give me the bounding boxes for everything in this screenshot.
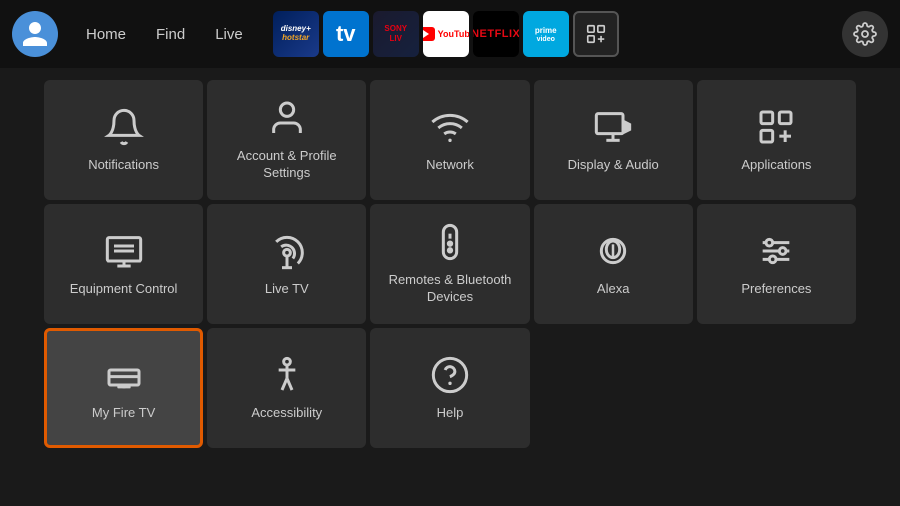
grid-item-accessibility[interactable]: Accessibility: [207, 328, 366, 448]
nav-find[interactable]: Find: [144, 20, 197, 49]
app-prime[interactable]: prime video: [523, 11, 569, 57]
grid-item-alexa[interactable]: Alexa: [534, 204, 693, 324]
grid-item-help[interactable]: Help: [370, 328, 529, 448]
wifi-icon: [430, 107, 470, 147]
grid-item-livetv[interactable]: Live TV: [207, 204, 366, 324]
alexa-icon: [593, 231, 633, 271]
apps-icon: [756, 107, 796, 147]
livetv-label: Live TV: [265, 281, 309, 298]
grid-item-network[interactable]: Network: [370, 80, 529, 200]
app-sony[interactable]: SONYLIV: [373, 11, 419, 57]
grid-item-preferences[interactable]: Preferences: [697, 204, 856, 324]
user-avatar[interactable]: [12, 11, 58, 57]
grid-item-notifications[interactable]: Notifications: [44, 80, 203, 200]
antenna-icon: [267, 231, 307, 271]
nav-live[interactable]: Live: [203, 20, 255, 49]
app-youtube[interactable]: YouTube: [423, 11, 469, 57]
accessibility-icon: [267, 355, 307, 395]
nav-apps: disney+hotstar tv SONYLIV YouTube NETFLI…: [273, 11, 832, 57]
person-icon: [267, 98, 307, 138]
settings-grid: Notifications Account & Profile Settings…: [0, 72, 900, 456]
applications-label: Applications: [741, 157, 811, 174]
equipment-label: Equipment Control: [70, 281, 178, 298]
nav-bar: Home Find Live disney+hotstar tv SONYLIV…: [0, 0, 900, 68]
nav-home[interactable]: Home: [74, 20, 138, 49]
app-disney[interactable]: disney+hotstar: [273, 11, 319, 57]
app-tvplus[interactable]: tv: [323, 11, 369, 57]
grid-item-equipment[interactable]: Equipment Control: [44, 204, 203, 324]
accessibility-label: Accessibility: [251, 405, 322, 422]
grid-item-display-audio[interactable]: Display & Audio: [534, 80, 693, 200]
grid-item-myfiretv[interactable]: My Fire TV: [44, 328, 203, 448]
help-icon: [430, 355, 470, 395]
preferences-label: Preferences: [741, 281, 811, 298]
firetv-icon: [104, 355, 144, 395]
account-label: Account & Profile Settings: [215, 148, 358, 182]
display-audio-label: Display & Audio: [568, 157, 659, 174]
monitor-icon: [104, 231, 144, 271]
sliders-icon: [756, 231, 796, 271]
remotes-label: Remotes & Bluetooth Devices: [378, 272, 521, 306]
display-audio-icon: [593, 107, 633, 147]
settings-button[interactable]: [842, 11, 888, 57]
nav-links: Home Find Live: [74, 20, 255, 49]
app-grid[interactable]: [573, 11, 619, 57]
app-netflix[interactable]: NETFLIX: [473, 11, 519, 57]
myfiretv-label: My Fire TV: [92, 405, 155, 422]
grid-item-applications[interactable]: Applications: [697, 80, 856, 200]
network-label: Network: [426, 157, 474, 174]
help-label: Help: [437, 405, 464, 422]
grid-item-account[interactable]: Account & Profile Settings: [207, 80, 366, 200]
grid-item-remotes[interactable]: Remotes & Bluetooth Devices: [370, 204, 529, 324]
remote-icon: [430, 222, 470, 262]
notifications-label: Notifications: [88, 157, 159, 174]
alexa-label: Alexa: [597, 281, 630, 298]
bell-icon: [104, 107, 144, 147]
